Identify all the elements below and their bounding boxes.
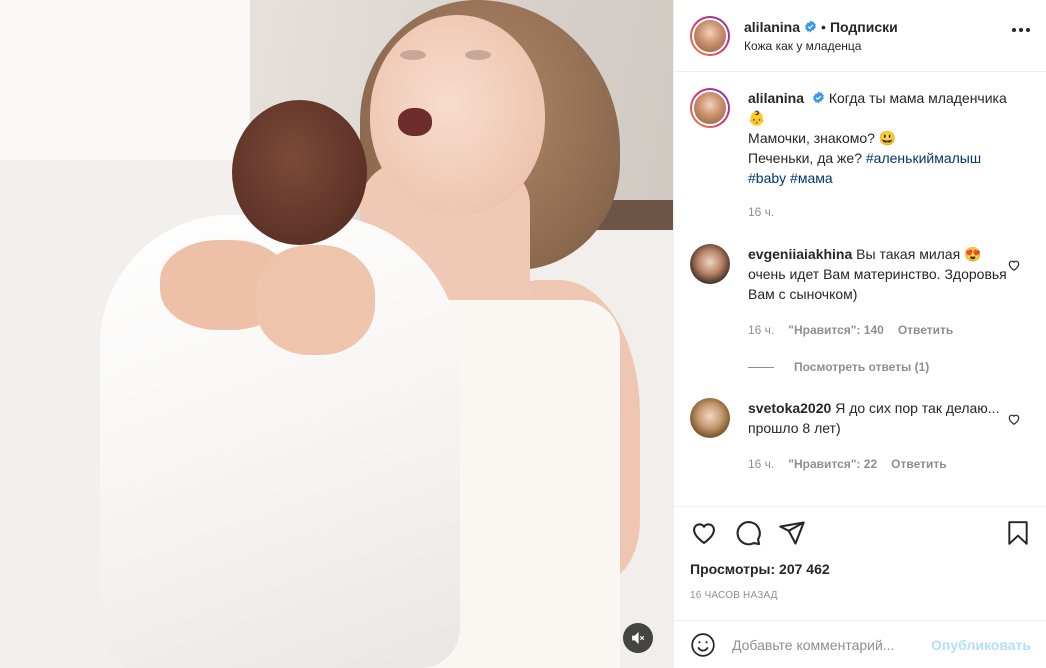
- comment-meta: 16 ч. "Нравится": 22 Ответить: [748, 454, 1008, 474]
- caption-body: alilanina Когда ты мама младенчика 👶 Мам…: [748, 88, 1008, 222]
- commenter-avatar[interactable]: [690, 244, 730, 284]
- comment-input[interactable]: [732, 636, 932, 653]
- action-bar: [690, 507, 1031, 559]
- reply-button[interactable]: Ответить: [891, 454, 946, 474]
- comment-likes[interactable]: "Нравится": 140: [788, 320, 884, 340]
- caption-line-2: Мамочки, знакомо? 😃: [748, 130, 897, 146]
- mute-button[interactable]: [623, 623, 653, 653]
- author-username[interactable]: alilanina: [744, 19, 800, 35]
- comment-likes[interactable]: "Нравится": 22: [788, 454, 877, 474]
- video-scene-face: [370, 15, 545, 215]
- verified-badge-icon: [805, 20, 816, 33]
- comment-bubble-icon[interactable]: [734, 519, 762, 547]
- reply-button[interactable]: Ответить: [898, 320, 953, 340]
- comment-like-icon[interactable]: [1007, 258, 1021, 272]
- comment-username[interactable]: svetoka2020: [748, 400, 831, 416]
- video-scene-eye-right: [465, 50, 491, 60]
- comment-time[interactable]: 16 ч.: [748, 454, 774, 474]
- video-scene-doorframe: [0, 0, 250, 160]
- hashtag-link[interactable]: #мама: [790, 170, 833, 186]
- caption-line-3: Печеньки, да же?: [748, 150, 862, 166]
- view-replies-button[interactable]: Посмотреть ответы (1): [748, 360, 1031, 374]
- bookmark-icon[interactable]: [1005, 519, 1031, 547]
- comment-time[interactable]: 16 ч.: [748, 320, 774, 340]
- caption-username[interactable]: alilanina: [748, 90, 804, 106]
- caption-meta: 16 ч.: [748, 202, 1008, 222]
- hashtag-link[interactable]: #аленькиймалыш: [866, 150, 981, 166]
- author-avatar[interactable]: [690, 88, 730, 128]
- muted-speaker-icon: [632, 631, 645, 645]
- replies-divider: [748, 366, 774, 368]
- paper-plane-icon[interactable]: [778, 519, 806, 547]
- heart-icon[interactable]: [690, 519, 718, 547]
- comment-body: evgeniiaiakhina Вы такая милая 😍 очень и…: [748, 244, 1008, 340]
- hashtag-link[interactable]: #baby: [748, 170, 786, 186]
- comment-like-icon[interactable]: [1007, 412, 1021, 426]
- smiley-icon[interactable]: [690, 632, 716, 658]
- author-avatar[interactable]: [690, 15, 730, 56]
- post-timestamp[interactable]: 16 часов назад: [690, 590, 1031, 601]
- comment-item: evgeniiaiakhina Вы такая милая 😍 очень и…: [690, 244, 1031, 340]
- comment-username[interactable]: evgeniiaiakhina: [748, 246, 852, 262]
- video-scene-mouth: [398, 108, 432, 136]
- publish-button[interactable]: Опубликовать: [931, 637, 1031, 653]
- video-scene-eye-left: [400, 50, 426, 60]
- comment-body: svetoka2020 Я до сих пор так делаю... пр…: [748, 398, 1008, 474]
- caption: alilanina Когда ты мама младенчика 👶 Мам…: [690, 88, 1031, 222]
- post-header: alilanina • Подписки Кожа как у младенца: [674, 0, 1046, 72]
- commenter-avatar[interactable]: [690, 398, 730, 438]
- add-comment-form: Опубликовать: [674, 620, 1046, 668]
- header-separator: •: [821, 18, 826, 35]
- post-actions-section: Просмотры: 207 462 16 часов назад: [674, 506, 1046, 620]
- post-side-panel: alilanina • Подписки Кожа как у младенца…: [673, 0, 1046, 668]
- verified-badge-icon: [813, 91, 824, 104]
- post-video[interactable]: [0, 0, 673, 668]
- following-button[interactable]: Подписки: [830, 19, 898, 35]
- video-scene-hand-right: [255, 245, 375, 355]
- views-count[interactable]: Просмотры: 207 462: [690, 561, 1031, 577]
- comments-list[interactable]: alilanina Когда ты мама младенчика 👶 Мам…: [674, 72, 1046, 506]
- post-location[interactable]: Кожа как у младенца: [744, 39, 898, 53]
- video-scene-baby-head: [232, 100, 367, 245]
- post-header-text: alilanina • Подписки Кожа как у младенца: [744, 19, 898, 53]
- view-replies-label: Посмотреть ответы (1): [794, 360, 930, 374]
- more-options-icon[interactable]: [1012, 28, 1030, 32]
- caption-time[interactable]: 16 ч.: [748, 202, 774, 222]
- comment-item: svetoka2020 Я до сих пор так делаю... пр…: [690, 398, 1031, 474]
- comment-meta: 16 ч. "Нравится": 140 Ответить: [748, 320, 1008, 340]
